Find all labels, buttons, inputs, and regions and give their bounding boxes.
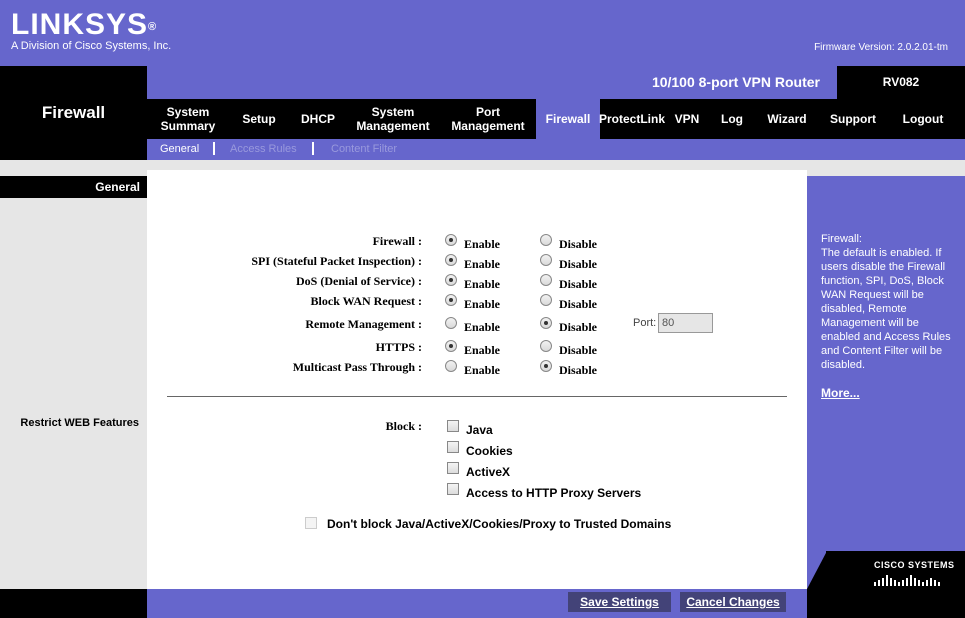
- subnav-separator: [213, 142, 215, 155]
- firewall-label: Firewall :: [372, 234, 422, 248]
- dos-enable-radio[interactable]: [445, 274, 457, 286]
- product-name: 10/100 8-port VPN Router: [651, 74, 820, 90]
- help-title: Firewall:: [821, 233, 862, 245]
- subtab-content-filter[interactable]: Content Filter: [331, 143, 397, 155]
- tab-firewall[interactable]: Firewall: [536, 99, 600, 139]
- tab-logout[interactable]: Logout: [896, 99, 950, 139]
- firmware-version: Firmware Version: 2.0.2.01-tm: [814, 42, 948, 53]
- firewall-disable-radio[interactable]: [540, 234, 552, 246]
- remote-management-enable-label: Enable: [464, 320, 501, 334]
- cookies-checkbox[interactable]: [447, 441, 459, 453]
- block-label: Block :: [385, 419, 422, 433]
- https-disable-radio[interactable]: [540, 340, 552, 352]
- tab-protectlink[interactable]: ProtectLink: [599, 99, 665, 139]
- footer-left: [0, 589, 147, 618]
- cookies-label: Cookies: [466, 444, 513, 458]
- help-text: Firewall: The default is enabled. If use…: [821, 232, 961, 372]
- subnav-separator: [312, 142, 314, 155]
- firewall-disable-label: Disable: [559, 237, 598, 251]
- multicast-pass-through-label: Multicast Pass Through :: [292, 360, 422, 374]
- firewall-enable-label: Enable: [464, 237, 501, 251]
- https-enable-label: Enable: [464, 343, 501, 357]
- block-wan-request-disable-label: Disable: [559, 297, 598, 311]
- tab-log[interactable]: Log: [714, 99, 750, 139]
- port-label: Port:: [633, 317, 657, 329]
- cisco-logo-corner: [807, 551, 827, 589]
- https-label: HTTPS :: [375, 340, 422, 354]
- dos-disable-label: Disable: [559, 277, 598, 291]
- dos-label: DoS (Denial of Service) :: [296, 274, 422, 288]
- java-checkbox[interactable]: [447, 420, 459, 432]
- dos-disable-radio[interactable]: [540, 274, 552, 286]
- cancel-changes-button[interactable]: Cancel Changes: [680, 592, 786, 612]
- activex-checkbox[interactable]: [447, 462, 459, 474]
- left-column: [0, 170, 147, 589]
- tab-system-management[interactable]: System Management: [352, 99, 434, 139]
- remote-management-disable-radio[interactable]: [540, 317, 552, 329]
- spi-enable-radio[interactable]: [445, 254, 457, 266]
- section-divider: [167, 396, 787, 397]
- tab-system-summary[interactable]: System Summary: [154, 99, 222, 139]
- java-label: Java: [466, 423, 493, 437]
- http-proxy-checkbox[interactable]: [447, 483, 459, 495]
- cisco-bridge-icon: [874, 575, 940, 586]
- block-wan-request-disable-radio[interactable]: [540, 294, 552, 306]
- firewall-enable-radio[interactable]: [445, 234, 457, 246]
- remote-management-port-input[interactable]: [658, 313, 713, 333]
- footer-right: [807, 589, 965, 618]
- linksys-logo: LINKSYS®: [11, 8, 158, 41]
- remote-management-enable-radio[interactable]: [445, 317, 457, 329]
- spi-enable-label: Enable: [464, 257, 501, 271]
- http-proxy-label: Access to HTTP Proxy Servers: [466, 486, 642, 500]
- trusted-domains-checkbox[interactable]: [305, 517, 317, 529]
- tab-setup[interactable]: Setup: [236, 99, 282, 139]
- remote-management-label: Remote Management :: [305, 317, 422, 331]
- help-panel-top: [807, 170, 965, 176]
- cisco-systems-logo: CISCO SYSTEMS: [874, 560, 955, 570]
- trusted-domains-label: Don't block Java/ActiveX/Cookies/Proxy t…: [327, 517, 672, 531]
- tab-port-management[interactable]: Port Management: [446, 99, 530, 139]
- multicast-pass-through-enable-label: Enable: [464, 363, 501, 377]
- general-section-label: General: [95, 180, 140, 194]
- tab-vpn[interactable]: VPN: [670, 99, 704, 139]
- save-settings-button[interactable]: Save Settings: [568, 592, 671, 612]
- brand-tagline: A Division of Cisco Systems, Inc.: [11, 40, 172, 52]
- block-wan-request-label: Block WAN Request :: [310, 294, 422, 308]
- subtab-general[interactable]: General: [160, 143, 199, 155]
- help-more-link[interactable]: More...: [821, 386, 860, 400]
- activex-label: ActiveX: [466, 465, 511, 479]
- tab-wizard[interactable]: Wizard: [760, 99, 814, 139]
- block-wan-request-enable-radio[interactable]: [445, 294, 457, 306]
- model-number: RV082: [837, 66, 965, 99]
- tab-support[interactable]: Support: [824, 99, 882, 139]
- multicast-pass-through-disable-radio[interactable]: [540, 360, 552, 372]
- multicast-pass-through-disable-label: Disable: [559, 363, 598, 377]
- multicast-pass-through-enable-radio[interactable]: [445, 360, 457, 372]
- tab-dhcp[interactable]: DHCP: [296, 99, 340, 139]
- help-body: The default is enabled. If users disable…: [821, 247, 951, 371]
- restrict-web-features-label: Restrict WEB Features: [20, 417, 139, 429]
- page-title: Firewall: [41, 103, 106, 122]
- spi-disable-label: Disable: [559, 257, 598, 271]
- spi-disable-radio[interactable]: [540, 254, 552, 266]
- https-enable-radio[interactable]: [445, 340, 457, 352]
- dos-enable-label: Enable: [464, 277, 501, 291]
- divider-strip: [0, 160, 965, 170]
- remote-management-disable-label: Disable: [559, 320, 598, 334]
- https-disable-label: Disable: [559, 343, 598, 357]
- spi-label: SPI (Stateful Packet Inspection) :: [251, 254, 422, 268]
- block-wan-request-enable-label: Enable: [464, 297, 501, 311]
- subtab-access-rules[interactable]: Access Rules: [230, 143, 297, 155]
